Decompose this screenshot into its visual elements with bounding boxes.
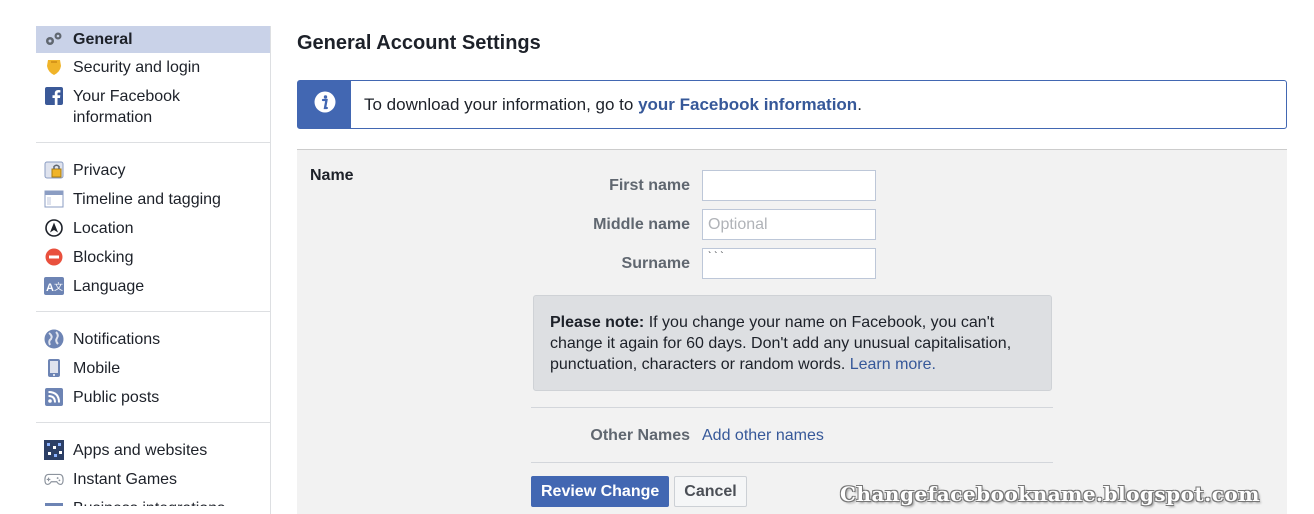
- add-other-names-link[interactable]: Add other names: [702, 427, 824, 445]
- settings-sidebar: General Security and login Your Facebook…: [36, 26, 271, 514]
- sidebar-item-security[interactable]: Security and login: [36, 53, 270, 82]
- divider-bottom: [531, 462, 1053, 463]
- sidebar-item-business[interactable]: Business integrations: [36, 494, 270, 506]
- surname-field[interactable]: [702, 248, 876, 279]
- timeline-icon: [44, 189, 64, 209]
- gamepad-icon: [44, 469, 64, 489]
- first-name-row: First name: [527, 170, 876, 201]
- gears-icon: [44, 29, 64, 49]
- sidebar-item-public-posts[interactable]: Public posts: [36, 383, 270, 412]
- sidebar-item-label: Language: [73, 278, 145, 295]
- other-names-row: Other Names Add other names: [531, 427, 824, 445]
- lock-icon: [44, 160, 64, 180]
- sidebar-item-label: Public posts: [73, 389, 160, 406]
- sidebar-item-label: Apps and websites: [73, 442, 208, 459]
- apps-icon: [44, 440, 64, 460]
- sidebar-item-label: Your Facebook information: [73, 88, 181, 126]
- business-icon: [44, 498, 64, 506]
- sidebar-item-label: Location: [73, 220, 134, 237]
- middle-name-field[interactable]: [702, 209, 876, 240]
- button-row: Review Change Cancel: [531, 476, 747, 507]
- globe-icon: [44, 329, 64, 349]
- svg-text:A: A: [46, 282, 54, 294]
- note-bold-label: Please note:: [550, 314, 645, 331]
- first-name-field[interactable]: [702, 170, 876, 201]
- sidebar-group-account: General Security and login Your Facebook…: [36, 26, 270, 143]
- info-prefix: To download your information, go to: [364, 94, 639, 114]
- name-edit-panel: Name First name Middle name Surname Plea…: [297, 149, 1287, 514]
- sidebar-item-general[interactable]: General: [36, 26, 270, 53]
- sidebar-item-label: Notifications: [73, 331, 161, 348]
- first-name-label: First name: [609, 176, 690, 194]
- name-change-note: Please note: If you change your name on …: [533, 295, 1052, 391]
- sidebar-group-notifications: Notifications Mobile Public posts: [36, 325, 270, 423]
- sidebar-item-label: Blocking: [73, 249, 134, 266]
- sidebar-group-apps: Apps and websites Instant Games Business…: [36, 436, 270, 506]
- sidebar-item-timeline[interactable]: Timeline and tagging: [36, 185, 270, 214]
- sidebar-item-label: Mobile: [73, 360, 121, 377]
- sidebar-item-instant-games[interactable]: Instant Games: [36, 465, 270, 494]
- sidebar-item-facebook-information[interactable]: Your Facebook information: [36, 82, 270, 132]
- info-suffix: .: [857, 94, 862, 114]
- info-message: To download your information, go to your…: [351, 95, 862, 115]
- other-names-label: Other Names: [590, 427, 690, 444]
- sidebar-item-blocking[interactable]: Blocking: [36, 243, 270, 272]
- settings-main: General Account Settings To download you…: [297, 0, 1287, 514]
- learn-more-link[interactable]: Learn more.: [850, 356, 936, 373]
- sidebar-item-language[interactable]: A文 Language: [36, 272, 270, 301]
- sidebar-item-apps[interactable]: Apps and websites: [36, 436, 270, 465]
- page-title: General Account Settings: [297, 32, 541, 54]
- middle-name-row: Middle name: [527, 209, 876, 240]
- language-icon: A文: [44, 276, 64, 296]
- sidebar-item-mobile[interactable]: Mobile: [36, 354, 270, 383]
- sidebar-item-location[interactable]: Location: [36, 214, 270, 243]
- sidebar-group-privacy: Privacy Timeline and tagging Location Bl…: [36, 156, 270, 312]
- divider-top: [531, 407, 1053, 408]
- info-banner: To download your information, go to your…: [297, 80, 1287, 129]
- surname-label: Surname: [621, 254, 690, 272]
- blog-watermark: Changefacebookname.blogspot.com: [840, 482, 1260, 506]
- facebook-icon: [44, 86, 64, 106]
- sidebar-item-privacy[interactable]: Privacy: [36, 156, 270, 185]
- sidebar-item-label: Business integrations: [73, 498, 262, 506]
- info-icon-container: [298, 81, 351, 128]
- location-icon: [44, 218, 64, 238]
- sidebar-item-label: Security and login: [73, 59, 201, 76]
- sidebar-item-label: Privacy: [73, 162, 126, 179]
- cancel-button[interactable]: Cancel: [674, 476, 747, 507]
- sidebar-item-label: General: [73, 31, 133, 48]
- surname-row: Surname: [527, 248, 876, 279]
- svg-text:文: 文: [54, 281, 63, 293]
- blocking-icon: [44, 247, 64, 267]
- sidebar-item-label: Timeline and tagging: [73, 191, 221, 208]
- review-change-button[interactable]: Review Change: [531, 476, 670, 507]
- middle-name-label: Middle name: [593, 215, 690, 233]
- info-icon: [314, 91, 336, 118]
- facebook-information-link[interactable]: your Facebook information: [638, 95, 857, 114]
- shield-icon: [44, 57, 64, 77]
- rss-icon: [44, 387, 64, 407]
- name-section-label: Name: [310, 167, 354, 184]
- sidebar-item-notifications[interactable]: Notifications: [36, 325, 270, 354]
- sidebar-item-label: Instant Games: [73, 471, 178, 488]
- mobile-icon: [44, 358, 64, 378]
